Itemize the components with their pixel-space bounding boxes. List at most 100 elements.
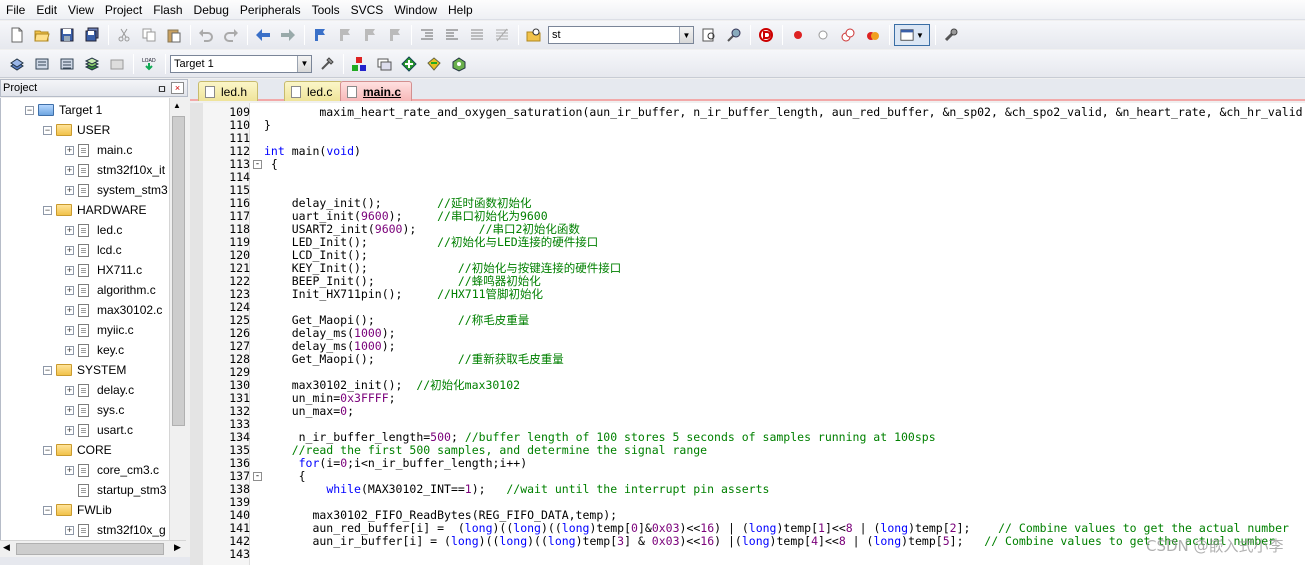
tab-main-c[interactable]: main.c <box>340 81 413 101</box>
expand-icon[interactable]: + <box>65 525 74 535</box>
menu-project[interactable]: Project <box>100 0 148 20</box>
fold-toggle-icon[interactable]: - <box>253 472 262 481</box>
window-layout-button[interactable]: ▼ <box>894 24 930 46</box>
tree-item[interactable]: + sys.c <box>65 400 124 420</box>
scrollbar-thumb[interactable] <box>172 116 185 426</box>
tree-item[interactable]: + max30102.c <box>65 300 162 320</box>
uncomment-icon[interactable] <box>491 24 513 46</box>
tree-item[interactable]: + main.c <box>65 140 132 160</box>
breakpoint-disable-icon[interactable] <box>812 24 834 46</box>
debug-session-icon[interactable] <box>755 24 777 46</box>
bookmark-icon[interactable] <box>309 24 331 46</box>
scrollbar-thumb[interactable] <box>16 543 164 555</box>
menu-tools[interactable]: Tools <box>307 0 346 20</box>
nav-back-icon[interactable] <box>252 24 274 46</box>
chevron-down-icon[interactable]: ▼ <box>679 27 693 43</box>
comment-icon[interactable] <box>466 24 488 46</box>
menu-file[interactable]: File <box>1 0 31 20</box>
stop-build-icon[interactable] <box>106 53 128 75</box>
copy-icon[interactable] <box>138 24 160 46</box>
collapse-icon[interactable]: − <box>43 505 52 515</box>
find-combo[interactable]: st ▼ <box>548 26 694 44</box>
tree-item[interactable]: + HX711.c <box>65 260 142 280</box>
run-time-environment-icon[interactable] <box>448 53 470 75</box>
chevron-down-icon[interactable]: ▼ <box>297 55 311 72</box>
collapse-icon[interactable]: − <box>43 205 52 215</box>
scroll-right-icon[interactable]: ▶ <box>174 542 181 553</box>
breakpoint-icon[interactable] <box>787 24 809 46</box>
expand-icon[interactable]: + <box>65 325 74 335</box>
menu-peripherals[interactable]: Peripherals <box>235 0 307 20</box>
target-options-icon[interactable] <box>316 53 338 75</box>
breakpoint-gutter[interactable] <box>190 103 203 565</box>
save-all-icon[interactable] <box>81 24 103 46</box>
file-extensions-icon[interactable] <box>373 53 395 75</box>
menu-svcs[interactable]: SVCS <box>346 0 390 20</box>
menu-edit[interactable]: Edit <box>31 0 63 20</box>
manage-components-icon[interactable] <box>348 53 370 75</box>
project-vertical-scrollbar[interactable]: ▲ <box>169 98 186 540</box>
collapse-icon[interactable]: − <box>43 125 52 135</box>
fold-toggle-icon[interactable]: - <box>253 160 262 169</box>
expand-icon[interactable]: + <box>65 285 74 295</box>
batch-build-icon[interactable] <box>81 53 103 75</box>
translate-icon[interactable] <box>6 53 28 75</box>
configure-tools-icon[interactable] <box>940 24 962 46</box>
tree-item[interactable]: − HARDWARE <box>43 200 147 220</box>
bookmark-clear-icon[interactable] <box>384 24 406 46</box>
menu-view[interactable]: View <box>63 0 100 20</box>
close-icon[interactable]: × <box>171 82 184 94</box>
save-icon[interactable] <box>56 24 78 46</box>
pack-installer-icon[interactable] <box>398 53 420 75</box>
undo-icon[interactable] <box>195 24 217 46</box>
tree-item[interactable]: − FWLib <box>43 500 112 520</box>
project-horizontal-scrollbar[interactable]: ◀ ▶ <box>0 540 186 556</box>
expand-icon[interactable]: + <box>65 145 74 155</box>
cut-icon[interactable] <box>113 24 135 46</box>
scroll-left-icon[interactable]: ◀ <box>3 542 10 553</box>
menu-window[interactable]: Window <box>389 0 443 20</box>
breakpoint-kill-all-icon[interactable] <box>862 24 884 46</box>
unindent-icon[interactable] <box>441 24 463 46</box>
download-load-icon[interactable]: LOAD <box>138 53 160 75</box>
expand-icon[interactable]: + <box>65 185 74 195</box>
expand-icon[interactable]: + <box>65 405 74 415</box>
expand-icon[interactable]: + <box>65 165 74 175</box>
tree-item[interactable]: − CORE <box>43 440 112 460</box>
tree-item[interactable]: + system_stm3 <box>65 180 168 200</box>
expand-icon[interactable]: + <box>65 225 74 235</box>
tree-item[interactable]: + algorithm.c <box>65 280 156 300</box>
collapse-icon[interactable]: − <box>25 105 34 115</box>
redo-icon[interactable] <box>220 24 242 46</box>
rebuild-icon[interactable] <box>56 53 78 75</box>
collapse-icon[interactable]: − <box>43 445 52 455</box>
breakpoint-disable-all-icon[interactable] <box>837 24 859 46</box>
tab-led-c[interactable]: led.c <box>284 81 344 101</box>
menu-debug[interactable]: Debug <box>189 0 235 20</box>
tree-item[interactable]: − SYSTEM <box>43 360 126 380</box>
collapse-icon[interactable]: − <box>43 365 52 375</box>
new-file-icon[interactable] <box>6 24 28 46</box>
open-folder-icon[interactable] <box>31 24 53 46</box>
tab-led-h[interactable]: led.h <box>198 81 259 101</box>
incremental-find-icon[interactable] <box>698 24 720 46</box>
find-tool-icon[interactable] <box>723 24 745 46</box>
tree-item[interactable]: − Target 1 <box>25 100 102 120</box>
tree-item[interactable]: + key.c <box>65 340 124 360</box>
pin-icon[interactable]: ㅁ <box>157 81 167 97</box>
expand-icon[interactable]: + <box>65 385 74 395</box>
menu-help[interactable]: Help <box>443 0 479 20</box>
paste-icon[interactable] <box>163 24 185 46</box>
indent-icon[interactable] <box>416 24 438 46</box>
expand-icon[interactable]: + <box>65 465 74 475</box>
tree-item[interactable]: + usart.c <box>65 420 133 440</box>
expand-icon[interactable]: + <box>65 345 74 355</box>
nav-forward-icon[interactable] <box>277 24 299 46</box>
expand-icon[interactable]: + <box>65 425 74 435</box>
expand-icon[interactable]: + <box>65 305 74 315</box>
select-software-packs-icon[interactable] <box>423 53 445 75</box>
expand-icon[interactable]: + <box>65 245 74 255</box>
find-in-files-icon[interactable] <box>523 24 545 46</box>
tree-item[interactable]: startup_stm3 <box>65 480 166 500</box>
scroll-up-icon[interactable]: ▲ <box>173 101 181 110</box>
